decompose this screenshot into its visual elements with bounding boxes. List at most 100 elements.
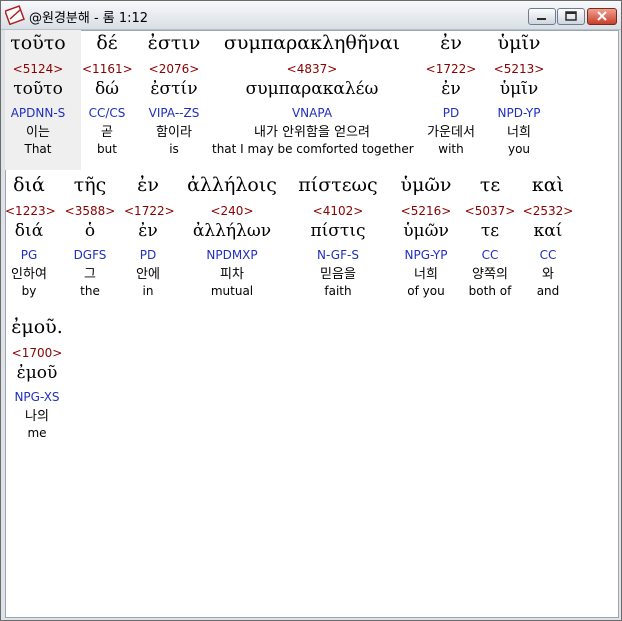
close-button[interactable]	[587, 8, 617, 25]
word-column[interactable]: δέ <1161> δώ CC/CS 곧 but	[82, 31, 133, 157]
greek-word: ἀλλήλοις	[187, 174, 277, 196]
strong-number[interactable]: <2076>	[140, 61, 208, 77]
lemma: τε	[480, 221, 500, 241]
minimize-icon	[537, 18, 546, 20]
greek-word: τοῦτο	[10, 32, 66, 54]
parsing-code: VIPA--ZS	[148, 106, 200, 120]
parsing-code: NPG-YP	[404, 248, 448, 262]
parsing-code: DGFS	[73, 248, 107, 262]
strong-number[interactable]: <1223>	[5, 203, 56, 219]
word-column[interactable]: διά <1223> διά PG 인하여 by	[5, 173, 56, 299]
title-bar[interactable]: @원경분해 - 롬 1:12	[1, 1, 621, 30]
minimize-button[interactable]	[528, 8, 556, 25]
greek-word: ὑμῖν	[497, 32, 541, 54]
window-title: @원경분해 - 롬 1:12	[29, 11, 149, 26]
word-column[interactable]: καὶ <2532> καί CC 와 and	[522, 173, 574, 299]
word-column[interactable]: ὑμῶν <5216> ὑμῶν NPG-YP 너희 of you	[392, 173, 460, 299]
strong-number[interactable]: <5037>	[462, 203, 518, 219]
english-gloss: of you	[407, 284, 445, 298]
strong-number[interactable]: <2532>	[522, 203, 574, 219]
english-gloss: you	[507, 142, 531, 156]
lemma: συμπαρακαλέω	[245, 79, 379, 99]
strong-number[interactable]: <5213>	[490, 61, 548, 77]
lemma: ἀλλήλων	[192, 221, 272, 241]
korean-gloss: 너희	[414, 267, 438, 282]
word-column[interactable]: ἐστιν <2076> ἐστίν VIPA--ZS 함이라 is	[140, 31, 208, 157]
parsing-code: NPG-XS	[14, 390, 60, 404]
word-column[interactable]: ἐμοῦ. <1700> ἐμοῦ NPG-XS 나의 me	[5, 315, 69, 441]
english-gloss: and	[536, 284, 560, 298]
greek-word: τῆς	[73, 174, 107, 196]
korean-gloss: 이는	[26, 125, 50, 140]
lemma: ἐστίν	[150, 79, 198, 99]
parsing-code: NPD-YP	[497, 106, 541, 120]
greek-word: τε	[479, 174, 501, 196]
greek-word: ἐμοῦ.	[11, 316, 63, 338]
greek-word: ὑμῶν	[400, 174, 452, 196]
lemma: ὑμῶν	[403, 221, 449, 241]
word-column[interactable]: ἀλλήλοις <240> ἀλλήλων NPDMXP 피차 mutual	[180, 173, 284, 299]
word-column[interactable]: συμπαρακληθῆναι <4837> συμπαρακαλέω VNAP…	[212, 31, 414, 157]
lemma: ἐν	[138, 221, 158, 241]
strong-number[interactable]: <1722>	[416, 61, 486, 77]
greek-word: καὶ	[531, 174, 565, 196]
greek-word: πίστεως	[298, 174, 378, 196]
greek-word: διά	[13, 174, 45, 196]
korean-gloss: 그	[84, 267, 96, 282]
english-gloss: with	[438, 142, 464, 156]
english-gloss: That	[24, 142, 52, 156]
strong-number[interactable]: <1700>	[5, 345, 69, 361]
strong-number[interactable]: <5216>	[392, 203, 460, 219]
english-gloss: faith	[324, 284, 352, 298]
parsing-code: PD	[139, 248, 157, 262]
parsing-code: PD	[442, 106, 460, 120]
word-column[interactable]: τοῦτο <5124> τοῦτο APDNN-S 이는 That	[5, 31, 71, 157]
english-gloss: both of	[468, 284, 512, 298]
strong-number[interactable]: <4102>	[290, 203, 386, 219]
korean-gloss: 와	[542, 267, 554, 282]
bible-analysis-icon	[5, 5, 25, 25]
korean-gloss: 안에	[136, 267, 160, 282]
strong-number[interactable]: <3588>	[64, 203, 116, 219]
korean-gloss: 나의	[25, 409, 49, 424]
parsing-code: CC	[481, 248, 499, 262]
english-gloss: by	[21, 284, 37, 298]
korean-gloss: 너희	[507, 125, 531, 140]
close-icon	[597, 11, 607, 21]
lemma: ὑμῖν	[499, 79, 539, 99]
strong-number[interactable]: <4837>	[212, 61, 412, 77]
korean-gloss: 피차	[220, 267, 244, 282]
korean-gloss: 양쪽의	[472, 267, 508, 282]
english-gloss: but	[97, 142, 117, 156]
lemma: τοῦτο	[13, 79, 63, 99]
word-column[interactable]: ἐν <1722> ἐν PD 안에 in	[124, 173, 175, 299]
word-column[interactable]: πίστεως <4102> πίστις N-GF-S 믿음을 faith	[290, 173, 386, 299]
korean-gloss: 인하여	[11, 267, 47, 282]
english-gloss: in	[142, 284, 154, 298]
english-gloss: the	[80, 284, 100, 298]
parsing-code: PG	[20, 248, 38, 262]
strong-number[interactable]: <240>	[180, 203, 284, 219]
lemma: ὁ	[84, 221, 96, 241]
korean-gloss: 곧	[101, 125, 113, 140]
lemma: διά	[14, 221, 44, 241]
strong-number[interactable]: <1722>	[124, 203, 175, 219]
word-column[interactable]: τε <5037> τε CC 양쪽의 both of	[462, 173, 518, 299]
parsing-code: CC	[539, 248, 557, 262]
word-column[interactable]: ὑμῖν <5213> ὑμῖν NPD-YP 너희 you	[490, 31, 548, 157]
korean-gloss: 가운데서	[427, 125, 475, 140]
korean-gloss: 믿음을	[320, 267, 356, 282]
greek-word: ἐν	[440, 32, 462, 54]
greek-word: ἐν	[137, 174, 159, 196]
parsing-code: NPDMXP	[206, 248, 258, 262]
greek-word: δέ	[96, 32, 118, 54]
greek-word: ἐστιν	[147, 32, 201, 54]
strong-number[interactable]: <5124>	[5, 61, 71, 77]
parsing-code: VNAPA	[291, 106, 333, 120]
word-column[interactable]: τῆς <3588> ὁ DGFS 그 the	[64, 173, 116, 299]
word-column[interactable]: ἐν <1722> ἐν PD 가운데서 with	[416, 31, 486, 157]
maximize-button[interactable]	[557, 8, 585, 25]
strong-number[interactable]: <1161>	[82, 61, 133, 77]
lemma: δώ	[94, 79, 120, 99]
parsing-code: CC/CS	[88, 106, 126, 120]
